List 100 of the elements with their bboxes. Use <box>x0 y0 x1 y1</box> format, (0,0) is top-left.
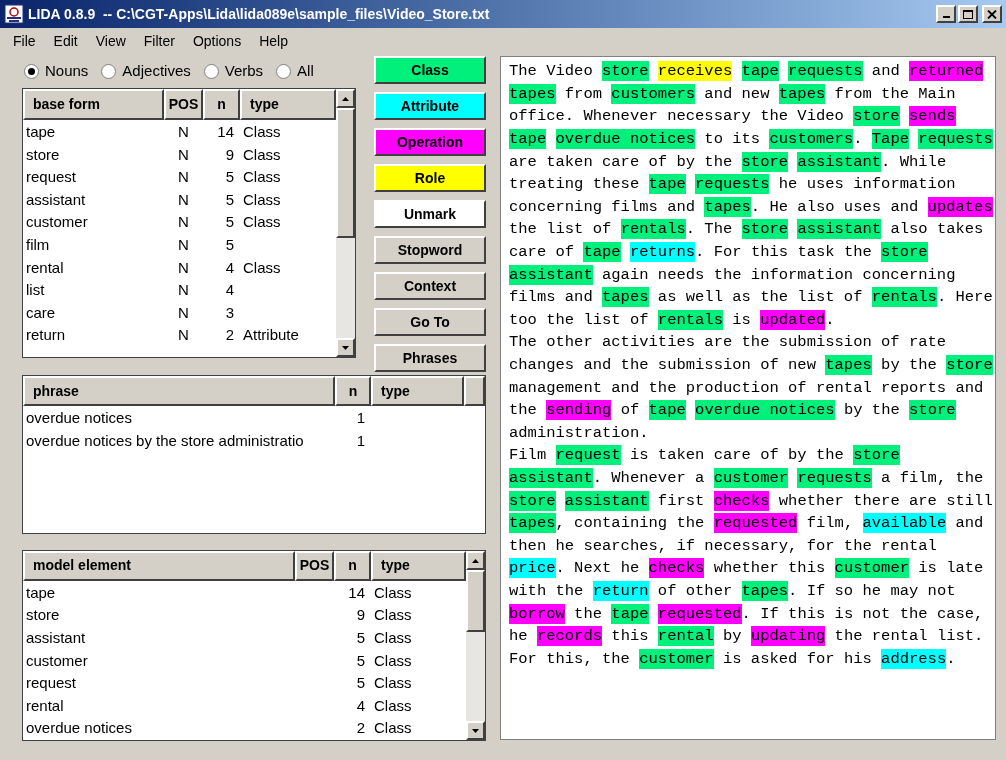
highlighted-term[interactable]: requests <box>788 61 863 82</box>
column-header[interactable]: model element <box>23 551 295 581</box>
highlighted-term[interactable]: tapes <box>509 513 556 534</box>
highlighted-term[interactable]: store <box>946 355 993 375</box>
mark-button[interactable]: Operation <box>374 128 486 156</box>
menu-item[interactable]: Filter <box>143 30 175 52</box>
highlighted-term[interactable]: tape <box>583 242 621 263</box>
highlighted-term[interactable]: Tape <box>871 129 910 150</box>
highlighted-term[interactable]: requests <box>797 468 872 488</box>
highlighted-term[interactable]: store <box>881 242 928 263</box>
highlighted-term[interactable]: tape <box>611 603 649 624</box>
highlighted-term[interactable]: updating <box>750 626 826 647</box>
highlighted-term[interactable]: overdue notices <box>555 129 696 150</box>
highlighted-term[interactable]: customer <box>713 468 789 488</box>
radio-button[interactable] <box>203 63 219 79</box>
mark-button[interactable]: Attribute <box>374 92 486 120</box>
highlighted-term[interactable]: assistant <box>797 151 882 172</box>
column-header[interactable]: POS <box>164 89 203 120</box>
highlighted-term[interactable]: rentals <box>657 309 723 330</box>
highlighted-term[interactable]: tapes <box>741 580 789 601</box>
highlighted-term[interactable]: checks <box>713 490 770 511</box>
highlighted-term[interactable]: store <box>602 61 649 82</box>
highlighted-term[interactable]: request <box>555 445 621 466</box>
highlighted-term[interactable]: tape <box>648 174 686 195</box>
close-button[interactable] <box>982 5 1002 23</box>
highlighted-term[interactable]: sending <box>546 400 612 421</box>
highlighted-term[interactable]: records <box>536 626 603 647</box>
mark-button[interactable]: Phrases <box>374 344 486 372</box>
highlighted-term[interactable]: address <box>881 648 947 669</box>
highlighted-term[interactable]: returned <box>909 61 984 82</box>
menu-item[interactable]: Edit <box>53 30 78 52</box>
menu-item[interactable]: Options <box>192 30 242 52</box>
column-header[interactable]: type <box>371 376 464 406</box>
column-header[interactable]: base form <box>23 89 164 120</box>
highlighted-term[interactable]: receives <box>657 61 733 82</box>
radio-button[interactable] <box>24 63 39 79</box>
radio-label[interactable]: Verbs <box>224 59 264 83</box>
highlighted-term[interactable]: rental <box>657 626 714 647</box>
highlighted-term[interactable]: customer <box>834 558 909 579</box>
mark-button[interactable]: Stopword <box>374 236 486 264</box>
highlighted-term[interactable]: assistant <box>564 490 649 511</box>
highlighted-term[interactable]: overdue notices <box>695 400 835 421</box>
highlighted-term[interactable]: available <box>862 513 947 534</box>
highlighted-term[interactable]: tapes <box>778 83 826 104</box>
menu-item[interactable]: File <box>13 30 36 52</box>
highlighted-term[interactable]: store <box>853 106 900 127</box>
highlighted-term[interactable]: updated <box>760 309 826 330</box>
mark-button[interactable]: Class <box>374 56 486 84</box>
highlighted-term[interactable]: assistant <box>797 219 882 240</box>
column-header[interactable]: type <box>371 551 466 581</box>
highlighted-term[interactable]: assistant <box>509 468 593 488</box>
radio-label[interactable]: Adjectives <box>122 59 191 83</box>
highlighted-term[interactable]: requested <box>657 603 742 624</box>
column-header[interactable]: n <box>334 551 371 581</box>
radio-button[interactable] <box>276 63 292 79</box>
radio-label[interactable]: All <box>297 59 314 83</box>
highlighted-term[interactable]: checks <box>648 558 705 579</box>
highlighted-term[interactable]: requested <box>713 513 798 534</box>
column-header[interactable]: phrase <box>23 376 335 406</box>
scrollbar[interactable] <box>466 551 485 740</box>
highlighted-term[interactable]: customers <box>769 129 854 150</box>
highlighted-term[interactable]: sends <box>909 106 956 127</box>
mark-button[interactable]: Go To <box>374 308 486 336</box>
highlighted-term[interactable]: returns <box>629 242 696 263</box>
scrollbar-thumb[interactable] <box>336 108 355 238</box>
highlighted-term[interactable]: requests <box>695 174 770 195</box>
scrollbar[interactable] <box>336 89 355 357</box>
highlighted-term[interactable]: tapes <box>704 196 751 217</box>
highlighted-term[interactable]: rentals <box>620 219 686 240</box>
highlighted-term[interactable]: return <box>592 580 649 601</box>
mark-button[interactable]: Unmark <box>374 200 486 228</box>
highlighted-term[interactable]: store <box>909 400 956 421</box>
highlighted-term[interactable]: tapes <box>825 355 872 375</box>
highlighted-term[interactable]: rentals <box>871 287 937 308</box>
highlighted-term[interactable]: store <box>853 445 900 466</box>
highlighted-term[interactable]: customers <box>611 83 696 104</box>
highlighted-term[interactable]: store <box>741 151 789 172</box>
mark-button[interactable]: Context <box>374 272 486 300</box>
mark-button[interactable]: Role <box>374 164 486 192</box>
highlighted-term[interactable]: tape <box>509 129 547 150</box>
radio-button[interactable] <box>101 63 117 79</box>
minimize-button[interactable] <box>936 5 956 23</box>
highlighted-term[interactable]: tapes <box>509 83 556 104</box>
highlighted-term[interactable]: price <box>509 558 556 579</box>
highlighted-term[interactable]: tapes <box>602 287 649 308</box>
highlighted-term[interactable]: requests <box>918 129 993 150</box>
maximize-button[interactable] <box>958 5 978 23</box>
highlighted-term[interactable]: customer <box>639 648 714 669</box>
menu-item[interactable]: Help <box>259 30 288 52</box>
highlighted-term[interactable]: tape <box>741 61 779 82</box>
column-header[interactable]: n <box>203 89 240 120</box>
column-header[interactable]: n <box>335 376 371 406</box>
column-header[interactable]: POS <box>295 551 334 581</box>
radio-label[interactable]: Nouns <box>45 59 89 83</box>
scrollbar-thumb[interactable] <box>466 570 485 632</box>
menu-item[interactable]: View <box>95 30 126 52</box>
highlighted-term[interactable]: tape <box>648 400 686 421</box>
highlighted-term[interactable]: assistant <box>509 264 593 285</box>
column-header[interactable]: type <box>240 89 336 120</box>
highlighted-term[interactable]: borrow <box>509 603 565 624</box>
